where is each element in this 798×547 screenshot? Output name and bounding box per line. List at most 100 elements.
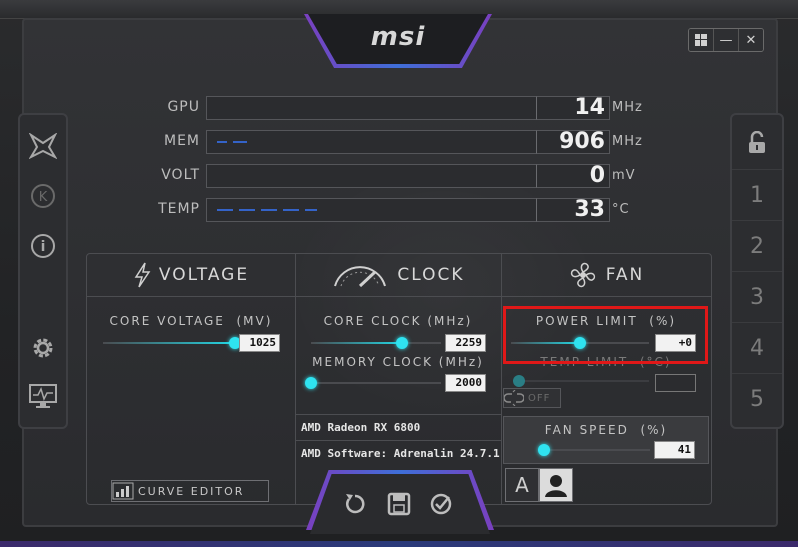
fan-speed-slider-knob[interactable] [538, 444, 550, 456]
temp-limit-value[interactable] [655, 374, 696, 392]
voltage-title: VOLTAGE [158, 265, 250, 285]
monitor-value: 33 [574, 197, 605, 222]
fan-user-mode-button[interactable] [539, 468, 573, 502]
monitor-dash [217, 141, 227, 143]
temp-limit-slider-track[interactable] [513, 380, 649, 382]
memory-clock-slider-track[interactable] [311, 382, 441, 384]
fan-speed-slider-track[interactable] [544, 449, 650, 451]
profile-lock-button[interactable] [732, 121, 782, 165]
fan-speed-label: FAN SPEED (%) [544, 423, 668, 437]
apply-button[interactable] [426, 490, 456, 518]
clock-header: CLOCK [295, 254, 501, 297]
save-button[interactable] [384, 490, 414, 518]
monitoring-icon [29, 384, 57, 408]
lightning-bolt-icon [134, 262, 151, 288]
monitor-unit: MHz [612, 134, 643, 149]
monitor-dash [305, 209, 317, 211]
core-clock-slider-fill [311, 342, 402, 344]
monitor-bar [206, 164, 538, 188]
msi-logo: msi [370, 22, 426, 52]
monitor-dash [217, 209, 233, 211]
monitor-bar [206, 96, 538, 120]
afterburner-window: msi — ✕ K i 1 2 3 4 5 GPU 14 MHz MEM 906… [0, 0, 798, 547]
monitor-value-box: 14 [536, 95, 610, 120]
fan-panel: FAN POWER LIMIT (%) +0 TEMP LIMIT (°C) O… [501, 254, 711, 504]
profile-1-button[interactable]: 1 [732, 169, 782, 220]
curve-editor-button[interactable]: CURVE EDITOR [111, 480, 269, 502]
svg-text:i: i [41, 239, 46, 255]
k-boost-button[interactable]: K [20, 173, 66, 219]
core-clock-label: CORE CLOCK (MHz) [323, 314, 473, 328]
voltage-header: VOLTAGE [87, 254, 295, 297]
voltage-panel: VOLTAGE CORE VOLTAGE (MV) 1025 CURVE EDI… [87, 254, 296, 504]
monitor-label: MEM [163, 133, 200, 149]
minimize-button[interactable]: — [714, 29, 739, 51]
monitor-bar [206, 198, 538, 222]
profile-4-button[interactable]: 4 [732, 322, 782, 373]
fan-speed-box: FAN SPEED (%) 41 [503, 416, 709, 464]
monitor-value: 906 [559, 129, 605, 154]
window-frame-bottom [0, 541, 798, 547]
monitor-label: VOLT [161, 167, 200, 183]
k-boost-icon: K [31, 184, 55, 208]
monitor-unit: MHz [612, 100, 643, 115]
memory-clock-value[interactable]: 2000 [445, 374, 486, 392]
monitoring-button[interactable] [20, 373, 66, 419]
memory-clock-label: MEMORY CLOCK (MHz) [312, 355, 484, 369]
unlock-icon [749, 131, 765, 153]
fan-auto-button[interactable]: A [505, 468, 539, 502]
user-icon [545, 475, 567, 497]
save-icon [387, 492, 411, 516]
memory-clock-slider-knob[interactable] [305, 377, 317, 389]
profile-5-button[interactable]: 5 [732, 373, 782, 424]
windows-start-button[interactable] [689, 29, 714, 51]
monitor-value-box: 906 [536, 129, 610, 154]
fan-title: FAN [605, 265, 645, 285]
reset-icon [346, 494, 365, 514]
fan-speed-value[interactable]: 41 [654, 441, 695, 459]
monitor-value-box: 33 [536, 197, 610, 222]
svg-text:K: K [39, 190, 48, 205]
link-toggle-button[interactable]: OFF [503, 388, 561, 408]
oc-scanner-button[interactable] [20, 123, 66, 169]
monitor-dash [233, 141, 247, 143]
window-controls: — ✕ [688, 28, 764, 52]
control-grid: VOLTAGE CORE VOLTAGE (MV) 1025 CURVE EDI… [86, 253, 712, 505]
monitor-label: GPU [167, 99, 200, 115]
clock-panel: CLOCK CORE CLOCK (MHz) 2259 MEMORY CLOCK… [295, 254, 502, 504]
curve-editor-label: CURVE EDITOR [138, 484, 245, 498]
monitor-unit: mV [612, 168, 636, 183]
core-clock-slider-knob[interactable] [396, 337, 408, 349]
temp-limit-slider-knob[interactable] [513, 375, 525, 387]
core-voltage-value[interactable]: 1025 [239, 334, 280, 352]
monitor-dash [239, 209, 255, 211]
info-button[interactable]: i [20, 223, 66, 269]
monitor-dash [283, 209, 299, 211]
monitor-value: 0 [589, 163, 605, 188]
clock-title: CLOCK [397, 265, 465, 285]
core-voltage-label: CORE VOLTAGE (MV) [109, 314, 273, 328]
driver-version: AMD Software: Adrenalin 24.7.1 [295, 440, 501, 466]
monitor-label: TEMP [158, 201, 200, 217]
link-off-label: OFF [528, 392, 551, 404]
broken-link-icon [504, 390, 524, 406]
profile-3-button[interactable]: 3 [732, 271, 782, 322]
reset-button[interactable] [340, 490, 370, 518]
monitor-value: 14 [574, 95, 605, 120]
settings-gear-icon [33, 338, 53, 358]
right-sidebar: 1 2 3 4 5 [730, 113, 784, 429]
settings-button[interactable] [20, 325, 66, 371]
fan-header: FAN [501, 254, 711, 297]
monitor-bar [206, 130, 538, 154]
core-clock-value[interactable]: 2259 [445, 334, 486, 352]
monitor-dash [261, 209, 277, 211]
profile-2-button[interactable]: 2 [732, 220, 782, 271]
close-button[interactable]: ✕ [739, 29, 763, 51]
curve-bars-icon [112, 482, 134, 500]
gpu-name: AMD Radeon RX 6800 [295, 414, 501, 440]
apply-icon [430, 493, 452, 515]
info-icon: i [31, 234, 55, 258]
windows-icon [695, 34, 707, 46]
left-sidebar: K i [18, 113, 68, 429]
monitor-unit: °C [612, 202, 630, 217]
